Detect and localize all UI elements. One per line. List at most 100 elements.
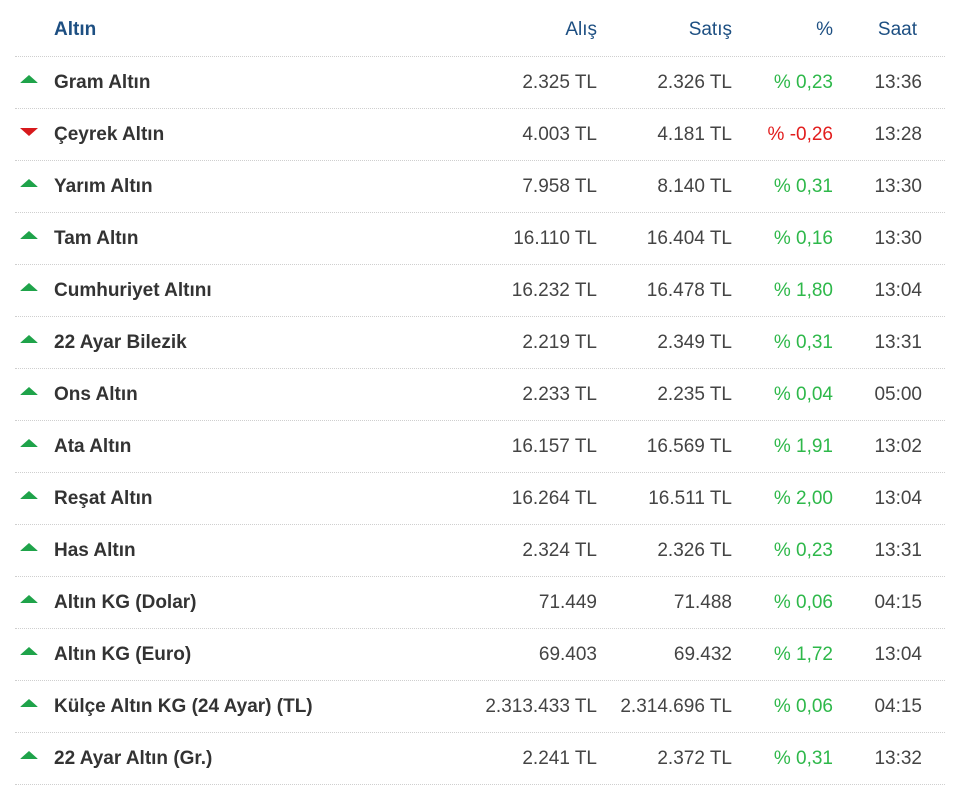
row-sell-price: 16.404 TL: [646, 227, 732, 249]
row-sell-price: 69.432: [673, 643, 732, 665]
header-buy[interactable]: Alış: [565, 4, 597, 56]
row-change-percent: % 0,23: [773, 539, 833, 561]
row-change-percent: % 0,31: [773, 175, 833, 197]
header-sell[interactable]: Satış: [689, 4, 732, 56]
triangle-up-icon: [20, 542, 38, 551]
triangle-up-icon: [20, 178, 38, 187]
table-row[interactable]: Reşat Altın 16.264 TL 16.511 TL % 2,00 13:04: [15, 473, 945, 525]
row-change-percent: % 0,04: [773, 383, 833, 405]
triangle-up-icon: [15, 421, 43, 472]
row-time: 13:30: [874, 175, 922, 197]
row-buy-price: 16.264 TL: [511, 487, 597, 509]
row-buy-price: 2.324 TL: [522, 539, 597, 561]
row-sell-price: 2.326 TL: [657, 539, 732, 561]
table-row[interactable]: Çeyrek Altın 4.003 TL 4.181 TL % -0,26 13:28: [15, 109, 945, 161]
triangle-up-icon: [15, 265, 43, 316]
header-time[interactable]: Saat: [878, 4, 917, 56]
triangle-down-icon: [20, 127, 38, 136]
row-time: 04:15: [874, 591, 922, 613]
row-time: 05:00: [874, 383, 922, 405]
row-name[interactable]: 22 Ayar Altın (Gr.): [54, 733, 212, 784]
row-change-percent: % 0,31: [773, 747, 833, 769]
row-name[interactable]: Ata Altın: [54, 421, 131, 472]
row-name[interactable]: Külçe Altın KG (24 Ayar) (TL): [54, 681, 313, 732]
triangle-up-icon: [15, 681, 43, 732]
triangle-up-icon: [20, 334, 38, 343]
table-row[interactable]: Yarım Altın 7.958 TL 8.140 TL % 0,31 13:30: [15, 161, 945, 213]
row-name[interactable]: Altın KG (Dolar): [54, 577, 197, 628]
row-buy-price: 2.313.433 TL: [485, 695, 597, 717]
row-sell-price: 16.478 TL: [646, 279, 732, 301]
row-name[interactable]: Has Altın: [54, 525, 136, 576]
row-name[interactable]: Altın KG (Euro): [54, 629, 191, 680]
table-row[interactable]: 22 Ayar Bilezik 2.219 TL 2.349 TL % 0,31 13:…: [15, 317, 945, 369]
row-name[interactable]: Tam Altın: [54, 213, 138, 264]
row-change-percent: % 0,23: [773, 71, 833, 93]
row-time: 13:32: [874, 747, 922, 769]
table-row[interactable]: Cumhuriyet Altını 16.232 TL 16.478 TL % 1,8…: [15, 265, 945, 317]
table-row[interactable]: Altın KG (Dolar) 71.449 71.488 % 0,06 04:15: [15, 577, 945, 629]
table-row[interactable]: 22 Ayar Altın (Gr.) 2.241 TL 2.372 TL % 0,3…: [15, 733, 945, 785]
triangle-up-icon: [20, 646, 38, 655]
row-buy-price: 7.958 TL: [522, 175, 597, 197]
row-sell-price: 8.140 TL: [657, 175, 732, 197]
row-sell-price: 16.569 TL: [646, 435, 732, 457]
row-name[interactable]: Cumhuriyet Altını: [54, 265, 212, 316]
triangle-up-icon: [15, 317, 43, 368]
triangle-up-icon: [20, 438, 38, 447]
triangle-up-icon: [15, 57, 43, 108]
triangle-up-icon: [20, 750, 38, 759]
row-change-percent: % 1,91: [773, 435, 833, 457]
row-buy-price: 16.232 TL: [511, 279, 597, 301]
table-row[interactable]: Has Altın 2.324 TL 2.326 TL % 0,23 13:31: [15, 525, 945, 577]
table-row[interactable]: Külçe Altın KG (24 Ayar) (TL) 2.313.433 T…: [15, 681, 945, 733]
table-row[interactable]: Gram Altın 2.325 TL 2.326 TL % 0,23 13:36: [15, 57, 945, 109]
row-sell-price: 4.181 TL: [657, 123, 732, 145]
row-change-percent: % 0,06: [773, 591, 833, 613]
triangle-down-icon: [15, 109, 43, 160]
row-change-percent: % 2,00: [773, 487, 833, 509]
row-buy-price: 2.233 TL: [522, 383, 597, 405]
row-sell-price: 2.372 TL: [657, 747, 732, 769]
row-buy-price: 71.449: [538, 591, 597, 613]
triangle-up-icon: [20, 230, 38, 239]
header-name[interactable]: Altın: [54, 4, 96, 56]
table-body: Gram Altın 2.325 TL 2.326 TL % 0,23 13:36 Çey…: [15, 57, 945, 785]
row-time: 13:30: [874, 227, 922, 249]
row-time: 13:04: [874, 643, 922, 665]
table-row[interactable]: Altın KG (Euro) 69.403 69.432 % 1,72 13:04: [15, 629, 945, 681]
row-sell-price: 2.235 TL: [657, 383, 732, 405]
row-sell-price: 2.326 TL: [657, 71, 732, 93]
table-row[interactable]: Ata Altın 16.157 TL 16.569 TL % 1,91 13:02: [15, 421, 945, 473]
row-sell-price: 2.349 TL: [657, 331, 732, 353]
row-sell-price: 2.314.696 TL: [620, 695, 732, 717]
table-row[interactable]: Ons Altın 2.233 TL 2.235 TL % 0,04 05:00: [15, 369, 945, 421]
row-time: 13:36: [874, 71, 922, 93]
triangle-up-icon: [20, 74, 38, 83]
triangle-up-icon: [15, 629, 43, 680]
row-name[interactable]: Ons Altın: [54, 369, 138, 420]
row-change-percent: % -0,26: [767, 123, 833, 145]
row-change-percent: % 1,80: [773, 279, 833, 301]
row-buy-price: 16.110 TL: [513, 227, 597, 249]
row-name[interactable]: Gram Altın: [54, 57, 150, 108]
gold-price-table: Altın Alış Satış % Saat Gram Altın 2.325 …: [15, 4, 945, 785]
triangle-up-icon: [20, 490, 38, 499]
row-name[interactable]: 22 Ayar Bilezik: [54, 317, 187, 368]
row-buy-price: 2.241 TL: [522, 747, 597, 769]
row-buy-price: 2.219 TL: [522, 331, 597, 353]
row-time: 13:31: [874, 331, 922, 353]
row-buy-price: 2.325 TL: [522, 71, 597, 93]
row-name[interactable]: Yarım Altın: [54, 161, 153, 212]
header-percent[interactable]: %: [816, 4, 833, 56]
table-row[interactable]: Tam Altın 16.110 TL 16.404 TL % 0,16 13:30: [15, 213, 945, 265]
row-name[interactable]: Reşat Altın: [54, 473, 153, 524]
row-sell-price: 71.488: [673, 591, 732, 613]
triangle-up-icon: [15, 161, 43, 212]
triangle-up-icon: [20, 282, 38, 291]
triangle-up-icon: [15, 369, 43, 420]
triangle-up-icon: [20, 698, 38, 707]
row-time: 13:31: [874, 539, 922, 561]
row-name[interactable]: Çeyrek Altın: [54, 109, 164, 160]
row-buy-price: 16.157 TL: [511, 435, 597, 457]
